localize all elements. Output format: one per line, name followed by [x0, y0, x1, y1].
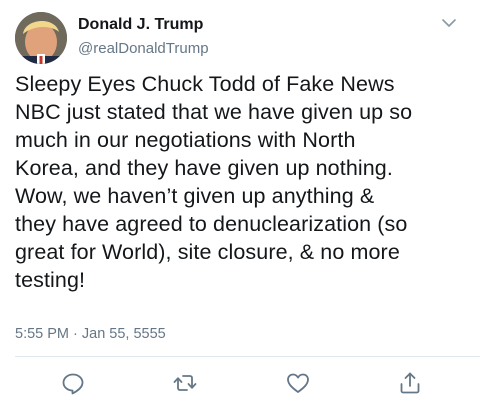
heart-icon: [287, 373, 309, 393]
action-bar: [0, 370, 480, 400]
divider: [15, 356, 480, 357]
share-icon: [400, 372, 420, 394]
reply-icon: [62, 373, 84, 395]
share-button[interactable]: [397, 370, 423, 396]
avatar-image: [15, 12, 67, 64]
retweet-button[interactable]: [172, 370, 198, 396]
reply-button[interactable]: [60, 370, 86, 396]
tweet-text: Sleepy Eyes Chuck Todd of Fake News NBC …: [15, 72, 413, 292]
like-button[interactable]: [285, 370, 311, 396]
avatar[interactable]: [15, 12, 67, 64]
retweet-icon: [173, 375, 197, 391]
chevron-down-icon[interactable]: [440, 14, 458, 32]
display-name[interactable]: Donald J. Trump: [78, 16, 203, 34]
user-handle[interactable]: @realDonaldTrump: [78, 40, 209, 57]
tweet-card: Donald J. Trump @realDonaldTrump Sleepy …: [0, 0, 480, 410]
tweet-timestamp[interactable]: 5:55 PM · Jan 55, 5555: [15, 326, 166, 342]
